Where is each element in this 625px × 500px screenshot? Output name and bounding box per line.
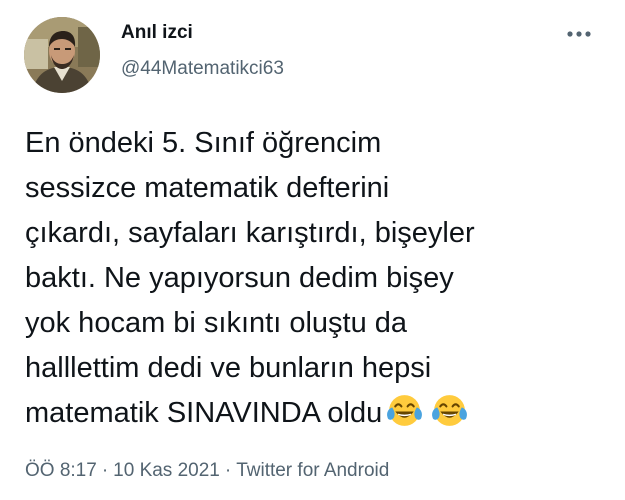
avatar-photo [24,17,100,93]
meta-separator: · [224,460,232,481]
author-handle[interactable]: @44Matematikci63 [121,58,284,80]
author-name[interactable]: Anıl izci [121,22,193,44]
avatar[interactable] [24,17,100,93]
more-horizontal-icon [567,31,591,37]
meta-separator: · [101,460,109,481]
tears-of-joy-emoji [432,395,468,426]
tweet-text-content: En öndeki 5. Sınıf öğrencim sessizce mat… [25,127,475,429]
tweet-text: En öndeki 5. Sınıf öğrencim sessizce mat… [25,121,615,436]
tweet-time[interactable]: ÖÖ 8:17 [25,460,97,481]
tweet-meta: ÖÖ 8:17 · 10 Kas 2021 · Twitter for Android [25,460,389,482]
tweet-card: Anıl izci @44Matematikci63 En öndeki 5. … [0,0,625,500]
tweet-date[interactable]: 10 Kas 2021 [113,460,220,481]
tears-of-joy-emoji [387,395,423,426]
tweet-source[interactable]: Twitter for Android [236,460,389,481]
more-options-button[interactable] [562,20,596,48]
